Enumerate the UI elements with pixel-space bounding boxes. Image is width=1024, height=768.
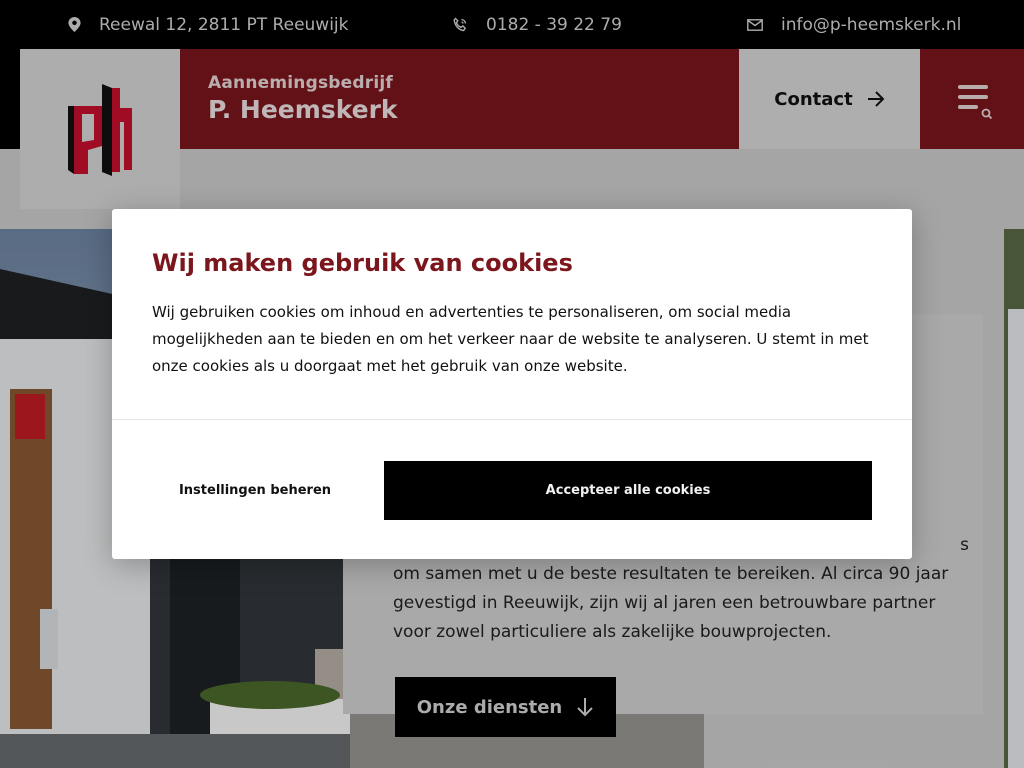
accept-all-cookies-button[interactable]: Accepteer alle cookies bbox=[384, 461, 872, 520]
cookie-divider bbox=[112, 419, 912, 420]
cookie-body: Wij gebruiken cookies om inhoud en adver… bbox=[152, 303, 869, 375]
cookie-dialog: Wij maken gebruik van cookies Wij gebrui… bbox=[112, 209, 912, 559]
cookie-title: Wij maken gebruik van cookies bbox=[152, 249, 573, 277]
manage-settings-button[interactable]: Instellingen beheren bbox=[152, 461, 358, 520]
